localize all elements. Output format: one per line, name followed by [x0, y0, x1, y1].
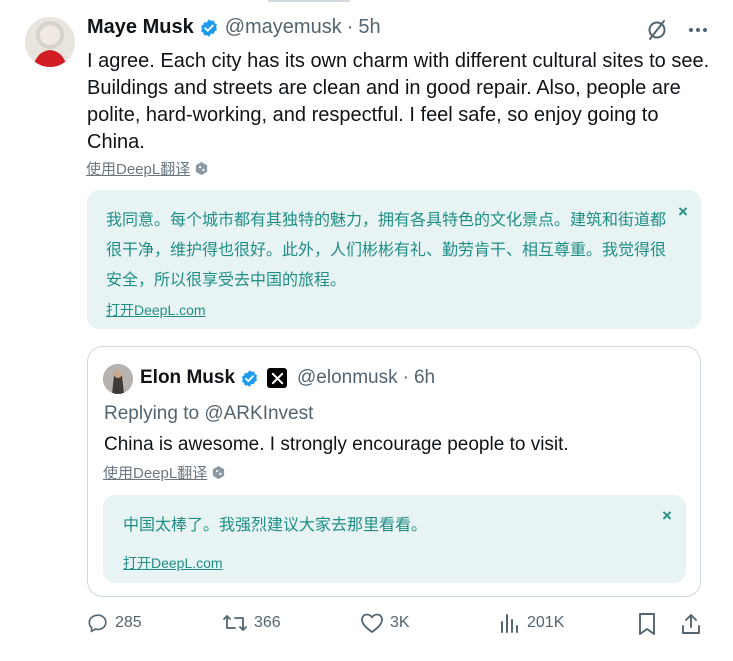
grok-slash-icon[interactable]	[645, 18, 669, 42]
replying-prefix: Replying to	[104, 403, 200, 424]
open-deepl-link[interactable]: 打开DeepL.com	[123, 553, 223, 573]
quoted-text: China is awesome. I strongly encourage p…	[104, 434, 569, 455]
translate-label: 使用DeepL翻译	[86, 161, 191, 178]
reply-count: 285	[115, 614, 142, 631]
tweet-text: I agree. Each city has its own charm wit…	[87, 50, 710, 153]
bookmark-button[interactable]	[637, 612, 657, 636]
translation-text: 我同意。每个城市都有其独特的魅力，拥有各具特色的文化景点。建筑和街道都很干净，维…	[106, 212, 667, 289]
quoted-tweet[interactable]: Elon Musk @elonmusk · 6h Replying to @AR…	[87, 346, 701, 597]
more-icon[interactable]	[687, 19, 709, 41]
like-icon	[361, 613, 383, 633]
repost-icon	[223, 615, 247, 631]
deepl-icon	[196, 161, 208, 176]
deepl-translation-box: 我同意。每个城市都有其独特的魅力，拥有各具特色的文化景点。建筑和街道都很干净，维…	[87, 190, 701, 329]
tweet-top-actions	[645, 18, 709, 42]
deepl-translation-box: 中国太棒了。我强烈建议大家去那里看看。 打开DeepL.com ×	[103, 495, 686, 583]
author-name[interactable]: Maye Musk	[87, 16, 194, 39]
tweet-time[interactable]: 5h	[358, 16, 380, 39]
author-handle[interactable]: @mayemusk	[225, 16, 342, 39]
views-count: 201K	[527, 614, 565, 631]
translate-with-deepl-link[interactable]: 使用DeepL翻译	[86, 158, 209, 179]
quoted-author-handle[interactable]: @elonmusk	[297, 367, 398, 389]
translate-label: 使用DeepL翻译	[103, 465, 208, 482]
quoted-time[interactable]: 6h	[414, 367, 435, 389]
close-translation-button[interactable]: ×	[662, 506, 672, 526]
repost-count: 366	[254, 614, 281, 631]
tweet-header: Maye Musk @mayemusk · 5h	[87, 16, 381, 39]
close-translation-button[interactable]: ×	[678, 202, 688, 222]
time-separator: ·	[402, 367, 409, 388]
share-button[interactable]	[680, 612, 702, 636]
translate-with-deepl-link[interactable]: 使用DeepL翻译	[103, 462, 226, 483]
deepl-icon	[213, 465, 225, 480]
share-icon	[682, 614, 700, 634]
views-button[interactable]: 201K	[499, 612, 564, 634]
scroll-indicator	[268, 0, 350, 2]
reply-button[interactable]: 285	[87, 612, 142, 634]
avatar[interactable]	[25, 17, 75, 67]
like-button[interactable]: 3K	[360, 612, 410, 634]
open-deepl-link[interactable]: 打开DeepL.com	[106, 300, 206, 320]
verified-icon	[241, 369, 258, 387]
time-separator: ·	[346, 16, 354, 38]
x-logo-icon	[267, 368, 288, 388]
bookmark-icon	[639, 613, 655, 635]
translation-text: 中国太棒了。我强烈建议大家去那里看看。	[123, 517, 428, 534]
reply-icon	[88, 614, 107, 633]
verified-icon	[200, 18, 217, 37]
quoted-author-name[interactable]: Elon Musk	[140, 367, 235, 389]
quoted-header: Elon Musk @elonmusk · 6h	[140, 367, 435, 389]
views-icon	[501, 614, 518, 633]
tweet-action-bar: 285 366 3K 201K	[0, 612, 733, 646]
repost-button[interactable]: 366	[222, 612, 281, 634]
replying-to: Replying to @ARKInvest	[104, 403, 313, 425]
like-count: 3K	[390, 614, 410, 631]
quoted-avatar[interactable]	[103, 364, 133, 394]
replying-handle[interactable]: @ARKInvest	[204, 403, 313, 424]
